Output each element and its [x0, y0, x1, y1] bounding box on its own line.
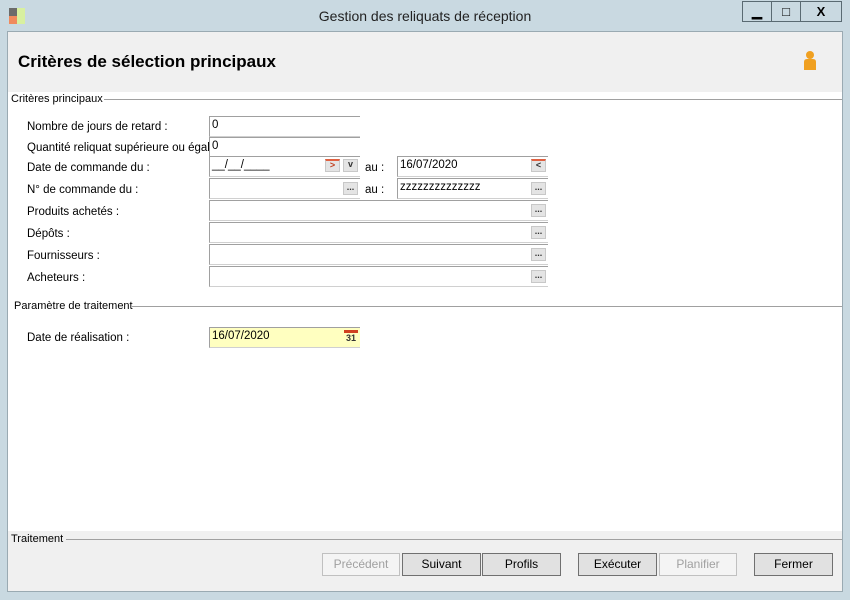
label-realisation-date: Date de réalisation :	[27, 332, 130, 344]
close-button[interactable]: Fermer	[754, 553, 833, 576]
group-label-main: Critères principaux	[11, 93, 103, 105]
order-number-from-input[interactable]	[209, 178, 360, 199]
label-au: au :	[365, 162, 385, 174]
label-days-late: Nombre de jours de retard :	[27, 121, 168, 133]
chevron-down-icon[interactable]: v	[343, 159, 358, 172]
divider	[66, 539, 842, 540]
label-depots: Dépôts :	[27, 228, 70, 240]
close-window-button[interactable]: X	[800, 1, 842, 22]
ellipsis-button[interactable]: ...	[531, 270, 546, 283]
label-buyers: Acheteurs :	[27, 272, 86, 284]
minimize-button[interactable]: ▁	[742, 1, 772, 22]
calendar-prev-icon[interactable]: <	[531, 159, 546, 172]
label-order-number: N° de commande du :	[27, 184, 139, 196]
divider	[132, 306, 842, 307]
title-bar: Gestion des reliquats de réception ▁ □ X	[0, 0, 850, 31]
realisation-date-input[interactable]: 16/07/2020	[209, 327, 360, 348]
footer: Traitement Précédent Suivant Profils Exé…	[8, 531, 842, 591]
calendar-icon[interactable]: 31	[344, 330, 358, 344]
maximize-button[interactable]: □	[771, 1, 801, 22]
depots-input[interactable]	[209, 222, 548, 243]
days-late-input[interactable]: 0	[209, 116, 360, 137]
window-title: Gestion des reliquats de réception	[318, 8, 532, 24]
label-qty: Quantité reliquat supérieure ou égale :	[27, 142, 223, 154]
qty-input[interactable]: 0	[209, 137, 360, 158]
execute-button[interactable]: Exécuter	[578, 553, 657, 576]
divider	[104, 99, 842, 100]
ellipsis-button[interactable]: ...	[531, 226, 546, 239]
dialog-body: Critères de sélection principaux Critère…	[7, 31, 843, 592]
label-au: au :	[365, 184, 385, 196]
calendar-next-icon[interactable]: >	[325, 159, 340, 172]
group-label-params: Paramètre de traitement	[14, 300, 133, 312]
ellipsis-button[interactable]: ...	[531, 182, 546, 195]
group-label-treatment: Traitement	[11, 533, 64, 545]
suppliers-input[interactable]	[209, 244, 548, 265]
products-input[interactable]	[209, 200, 548, 221]
page-title: Critères de sélection principaux	[18, 52, 276, 71]
next-button[interactable]: Suivant	[402, 553, 481, 576]
ellipsis-button[interactable]: ...	[343, 182, 358, 195]
order-date-to-input[interactable]: 16/07/2020	[397, 156, 548, 177]
order-number-to-input[interactable]: zzzzzzzzzzzzzz	[397, 178, 548, 199]
profiles-button[interactable]: Profils	[482, 553, 561, 576]
label-products: Produits achetés :	[27, 206, 120, 218]
previous-button[interactable]: Précédent	[322, 553, 400, 576]
ellipsis-button[interactable]: ...	[531, 248, 546, 261]
schedule-button[interactable]: Planifier	[659, 553, 737, 576]
person-icon[interactable]	[802, 50, 818, 72]
buyers-input[interactable]	[209, 266, 548, 287]
ellipsis-button[interactable]: ...	[531, 204, 546, 217]
header: Critères de sélection principaux	[8, 32, 842, 92]
label-suppliers: Fournisseurs :	[27, 250, 100, 262]
label-order-date: Date de commande du :	[27, 162, 150, 174]
